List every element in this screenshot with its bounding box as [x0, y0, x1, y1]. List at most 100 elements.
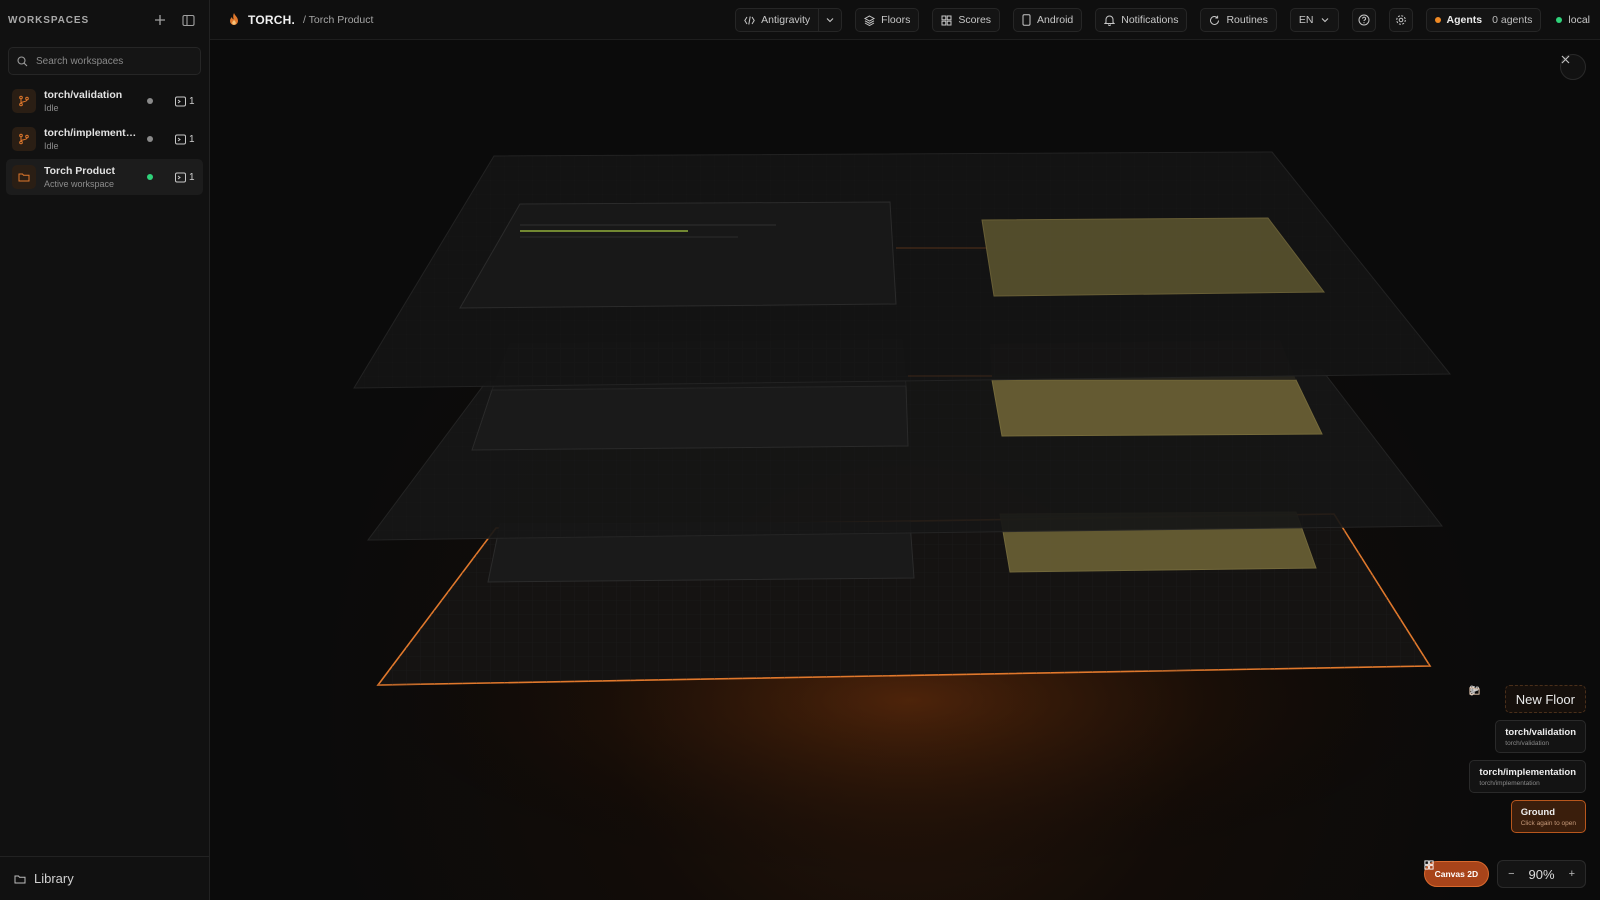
floor-subtitle: torch/implementation [1479, 779, 1540, 787]
terminal-icon [175, 96, 186, 106]
search-input[interactable] [36, 55, 186, 67]
grid-icon [941, 15, 952, 25]
routines-button[interactable]: Routines [1200, 8, 1277, 32]
terminal-count-value: 1 [189, 133, 195, 145]
floors-3d-canvas[interactable]: New Floor torch/validation torch/validat… [210, 40, 1600, 900]
library-label: Library [34, 871, 74, 886]
flame-icon [230, 13, 238, 25]
grid-icon [1424, 860, 1434, 870]
help-button[interactable] [1351, 8, 1376, 32]
language-select[interactable]: EN [1289, 8, 1339, 32]
environment-status-dot [1556, 17, 1563, 23]
terminal-count: 1 [175, 134, 197, 145]
layers-icon [864, 14, 876, 26]
floor-button-implementation[interactable]: torch/implementation torch/implementatio… [1469, 685, 1586, 793]
search-icon [17, 55, 28, 66]
refresh-icon [1210, 15, 1220, 25]
floors-label: Floors [881, 14, 911, 26]
editor-selector: Antigravity [735, 8, 843, 32]
editor-dropdown-button[interactable] [818, 9, 841, 31]
workspace-text: torch/validation Idle [44, 89, 139, 113]
panel-icon [181, 14, 195, 26]
floors-button[interactable]: Floors [855, 8, 920, 32]
brand-name: TORCH. [248, 12, 295, 27]
help-icon [1358, 14, 1369, 26]
add-workspace-button[interactable] [149, 9, 171, 31]
canvas-2d-button[interactable]: Canvas 2D [1423, 860, 1490, 887]
folder-icon [1469, 687, 1480, 695]
settings-button[interactable] [1388, 8, 1413, 32]
zoom-out-button[interactable]: − [1508, 868, 1514, 880]
close-icon [1561, 55, 1570, 64]
top-panel-left [459, 201, 897, 309]
workspace-item[interactable]: torch/validation Idle 1 [6, 83, 203, 119]
android-button[interactable]: Android [1013, 8, 1083, 32]
status-dot [147, 136, 153, 142]
open-in-editor-button[interactable]: Antigravity [736, 9, 818, 31]
floor-button-ground[interactable]: Ground Click again to open [1469, 687, 1586, 833]
topbar-actions: Antigravity Floors Scores Android Notifi… [735, 8, 1590, 32]
agents-button[interactable]: Agents 0 agents [1425, 8, 1542, 32]
bell-icon [1104, 15, 1116, 26]
floor-name: torch/validation [1505, 726, 1576, 738]
terminal-icon [175, 172, 186, 182]
plus-icon [155, 15, 165, 25]
canvas-controls: Canvas 2D − 90% + [1423, 860, 1586, 888]
zoom-control: − 90% + [1497, 860, 1586, 888]
folder-icon [14, 875, 26, 883]
workspace-text: torch/implementati... Idle [44, 127, 139, 151]
sidebar-title: WORKSPACES [8, 14, 90, 26]
workspace-name: torch/implementati... [44, 127, 139, 139]
workspace-text: Torch Product Active workspace [44, 165, 139, 189]
floor-name: torch/implementation [1479, 766, 1576, 778]
new-floor-button[interactable]: New Floor [1470, 685, 1586, 713]
top-bar: TORCH. / Torch Product Antigravity Floor… [210, 0, 1600, 40]
workspace-name: torch/validation [44, 89, 123, 101]
notifications-button[interactable]: Notifications [1095, 8, 1188, 32]
chevron-down-icon [826, 18, 834, 23]
zoom-level: 90% [1528, 866, 1555, 882]
floor-switcher: New Floor torch/validation torch/validat… [1469, 685, 1586, 833]
sidebar: WORKSPACES torch/validation Idle [0, 0, 210, 900]
floor-button-validation[interactable]: torch/validation torch/validation [1470, 685, 1586, 753]
terminal-count: 1 [175, 96, 197, 107]
library-button[interactable]: Library [0, 856, 209, 900]
status-dot [147, 98, 153, 104]
status-dot [147, 174, 153, 180]
workspace-status: Idle [44, 141, 59, 151]
workspace-status: Active workspace [44, 179, 115, 189]
scores-button[interactable]: Scores [932, 8, 1001, 32]
workspace-item-active[interactable]: Torch Product Active workspace 1 [6, 159, 203, 195]
zoom-in-button[interactable]: + [1569, 868, 1575, 880]
middle-panel-left [471, 385, 909, 451]
code-icon [744, 15, 755, 25]
workspace-item[interactable]: torch/implementati... Idle 1 [6, 121, 203, 157]
gear-icon [1395, 15, 1406, 25]
canvas-2d-label: Canvas 2D [1434, 869, 1479, 879]
routines-label: Routines [1226, 14, 1268, 26]
git-branch-icon [12, 127, 36, 151]
environment-indicator: local [1554, 14, 1590, 26]
android-label: Android [1037, 14, 1074, 26]
notifications-label: Notifications [1121, 14, 1179, 26]
environment-label: local [1568, 14, 1590, 26]
floor-button-text: torch/implementation torch/implementatio… [1479, 767, 1576, 787]
agents-count: 0 agents [1492, 14, 1533, 26]
agents-label: Agents [1446, 14, 1483, 26]
floor-subtitle: torch/validation [1505, 739, 1549, 747]
sidebar-header-actions [149, 9, 199, 31]
top-panel-right [981, 217, 1325, 297]
terminal-count-value: 1 [189, 95, 195, 107]
app-root: WORKSPACES torch/validation Idle [0, 0, 1600, 900]
terminal-icon [175, 134, 186, 144]
git-branch-icon [12, 89, 36, 113]
workspace-name: Torch Product [44, 165, 115, 177]
toggle-sidebar-button[interactable] [177, 9, 199, 31]
floor-name: Ground [1520, 806, 1556, 818]
middle-panel-right [991, 379, 1323, 437]
editor-label: Antigravity [761, 14, 811, 26]
floor-subtitle: Click again to open [1520, 819, 1576, 827]
folder-icon [12, 165, 36, 189]
close-3d-view-button[interactable] [1560, 54, 1586, 80]
breadcrumb: / Torch Product [302, 13, 374, 26]
